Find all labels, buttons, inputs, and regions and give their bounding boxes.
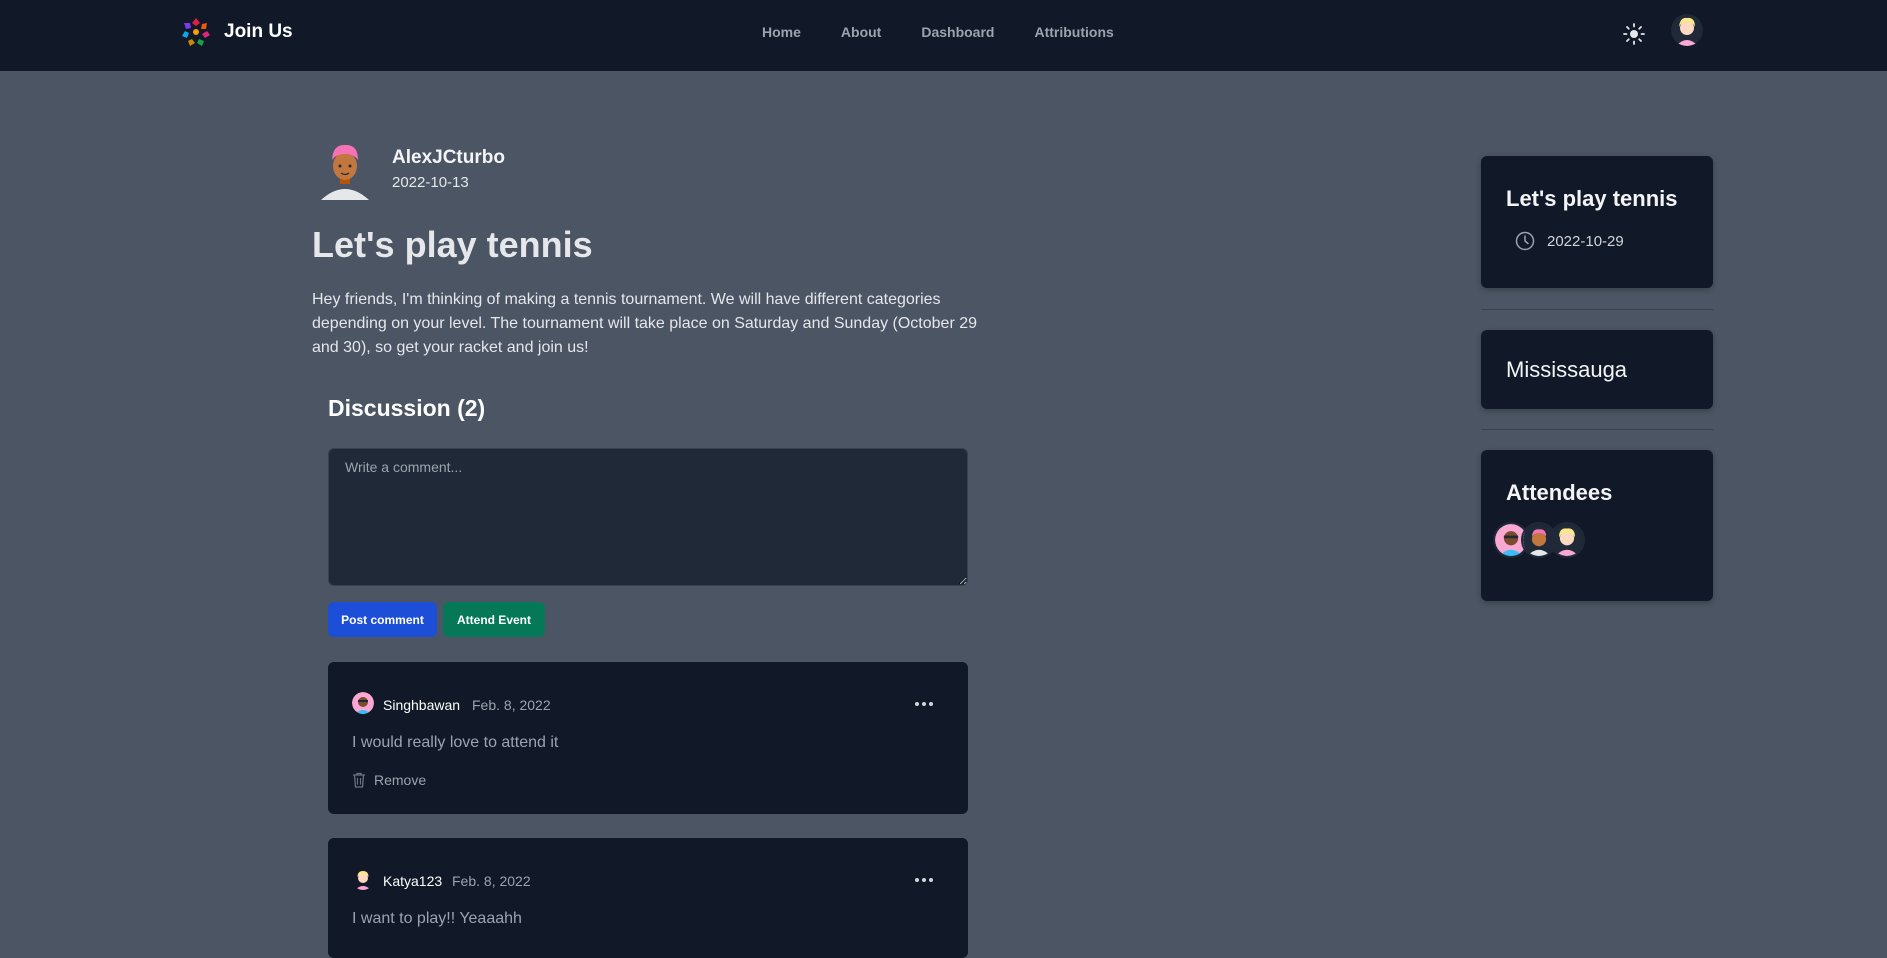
remove-comment-button[interactable]: Remove [352,772,426,788]
comment-username[interactable]: Singhbawan [383,697,460,713]
commenter-avatar[interactable] [352,868,374,890]
comment-date: Feb. 8, 2022 [472,697,551,713]
divider [1481,309,1713,310]
clock-icon [1515,231,1535,251]
event-info-card: Let's play tennis 2022-10-29 [1481,156,1713,288]
post-date: 2022-10-13 [392,174,469,191]
author-name[interactable]: AlexJCturbo [392,147,505,169]
attendee-avatar[interactable] [1549,522,1585,558]
divider [1481,429,1713,430]
navbar: Join Us Home About Dashboard Attribution… [0,0,1887,71]
post-body: Hey friends, I'm thinking of making a te… [312,291,978,356]
commenter-avatar[interactable] [352,692,374,714]
trash-icon [353,772,365,788]
attend-event-button[interactable]: Attend Event [443,602,545,637]
event-title: Let's play tennis [1506,186,1678,211]
attendees-title: Attendees [1506,480,1613,505]
comment-text: I would really love to attend it [352,734,559,751]
comment-card: Katya123 Feb. 8, 2022 I want to play!! Y… [328,838,968,958]
comment-date: Feb. 8, 2022 [452,873,531,889]
more-dots-icon[interactable] [912,873,936,887]
attendee-list [1493,522,1585,558]
user-avatar[interactable] [1671,14,1703,46]
sun-icon[interactable] [1620,20,1648,48]
comment-username[interactable]: Katya123 [383,873,442,889]
remove-label: Remove [374,772,427,788]
location-card: Mississauga [1481,330,1713,409]
nav-attributions[interactable]: Attributions [1034,22,1113,42]
comment-card: Singhbawan Feb. 8, 2022 I would really l… [328,662,968,814]
brand-name: Join Us [224,21,293,42]
more-dots-icon[interactable] [912,697,936,711]
main-nav: Home About Dashboard Attributions [762,22,1114,42]
attendees-card: Attendees [1481,450,1713,601]
nav-about[interactable]: About [841,22,881,42]
nav-home[interactable]: Home [762,22,801,42]
author-avatar[interactable] [317,138,373,200]
discussion-title: Discussion (2) [328,395,486,421]
post-title: Let's play tennis [312,224,593,265]
comment-text: I want to play!! Yeaaahh [352,910,522,927]
post-comment-button[interactable]: Post comment [328,602,437,637]
nav-dashboard[interactable]: Dashboard [921,22,994,42]
event-location: Mississauga [1506,357,1628,382]
comment-input[interactable] [328,448,968,586]
brand-logo-icon [182,18,210,46]
event-date: 2022-10-29 [1547,233,1624,250]
brand[interactable]: Join Us [178,14,293,50]
